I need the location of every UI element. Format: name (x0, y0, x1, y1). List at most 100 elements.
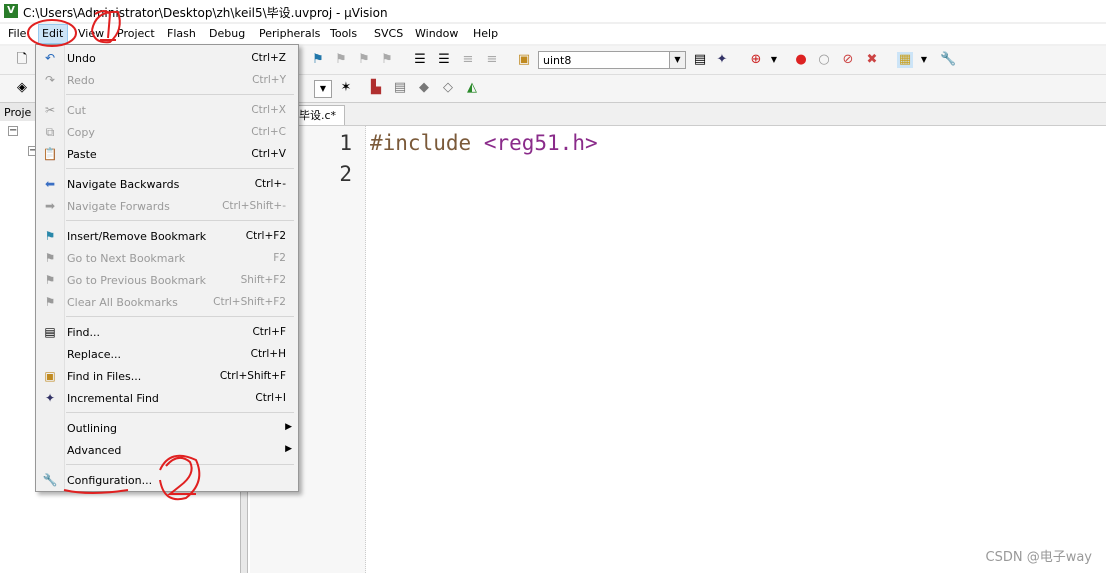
menu-item-label: Advanced (67, 444, 122, 457)
menu-help[interactable]: Help (473, 27, 498, 40)
menu-item-label: Go to Previous Bookmark (67, 274, 206, 287)
code-line[interactable]: #include <reg51.h> (370, 131, 598, 155)
menu-flash[interactable]: Flash (167, 27, 196, 40)
menu-item-shortcut: Ctrl+H (250, 348, 286, 360)
target-select[interactable]: uint8 ▼ (538, 51, 686, 69)
menu-item-label: Undo (67, 52, 96, 65)
tree-collapse-icon[interactable]: − (8, 126, 18, 136)
menu-item-label: Configuration... (67, 474, 153, 487)
incremental-find-icon[interactable]: ✦ (714, 52, 730, 68)
find-in-files-icon[interactable]: ▣ (516, 52, 532, 68)
menu-item-navigate-backwards[interactable]: ⬅ Navigate Backwards Ctrl+- (36, 173, 298, 195)
menu-item-incremental-find[interactable]: ✦ Incremental Find Ctrl+I (36, 387, 298, 409)
menu-separator (66, 94, 294, 95)
menu-separator (66, 168, 294, 169)
menu-item-configuration[interactable]: 🔧 Configuration... (36, 469, 298, 491)
diamond-icon[interactable]: ◆ (416, 80, 432, 96)
menu-item-shortcut: Shift+F2 (240, 274, 286, 286)
menu-item-paste[interactable]: 📋 Paste Ctrl+V (36, 143, 298, 165)
paste-icon: 📋 (42, 147, 58, 161)
magic-wand-icon[interactable]: ✶ (338, 80, 354, 96)
disable-all-breakpoints-icon[interactable]: ⊘ (840, 52, 856, 68)
window-title: C:\Users\Administrator\Desktop\zh\keil5\… (23, 6, 388, 20)
unindent-icon[interactable]: ☰ (436, 52, 452, 68)
menu-item-redo[interactable]: ↷ Redo Ctrl+Y (36, 69, 298, 91)
indent-icon[interactable]: ☰ (412, 52, 428, 68)
menu-separator (66, 220, 294, 221)
prev-bookmark-icon: ⚑ (44, 273, 56, 287)
menu-debug[interactable]: Debug (209, 27, 245, 40)
menu-item-label: Find in Files... (67, 370, 142, 383)
menu-file[interactable]: File (8, 27, 26, 40)
menu-item-shortcut: Ctrl+F2 (245, 230, 286, 242)
menu-item-next-bookmark[interactable]: ⚑ Go to Next Bookmark F2 (36, 247, 298, 269)
code-directive: #include (370, 131, 472, 155)
layers-icon[interactable]: ◈ (14, 80, 30, 96)
breakpoint-icon[interactable]: ● (793, 52, 809, 68)
find-icon[interactable]: ▤ (692, 52, 708, 68)
redo-icon: ↷ (44, 73, 56, 87)
menu-item-navigate-forwards[interactable]: ➡ Navigate Forwards Ctrl+Shift+- (36, 195, 298, 217)
menu-item-copy[interactable]: ⧉ Copy Ctrl+C (36, 121, 298, 143)
menu-item-clear-bookmarks[interactable]: ⚑ Clear All Bookmarks Ctrl+Shift+F2 (36, 291, 298, 313)
menu-item-find-in-files[interactable]: ▣ Find in Files... Ctrl+Shift+F (36, 365, 298, 387)
kill-breakpoints-icon[interactable]: ✖ (864, 52, 880, 68)
line-number: 2 (339, 162, 352, 186)
menu-item-cut[interactable]: ✂ Cut Ctrl+X (36, 99, 298, 121)
line-number: 1 (339, 131, 352, 155)
menu-item-replace[interactable]: Replace... Ctrl+H (36, 343, 298, 365)
watermark: CSDN @电子way (985, 550, 1093, 565)
wrench-icon: 🔧 (42, 473, 58, 487)
chevron-down-icon[interactable]: ▼ (766, 52, 782, 68)
menu-tools[interactable]: Tools (330, 27, 357, 40)
next-bookmark-icon[interactable]: ⚑ (333, 52, 349, 68)
menu-item-advanced[interactable]: Advanced ▶ (36, 439, 298, 461)
bookmark-icon[interactable]: ⚑ (310, 52, 326, 68)
editor-area[interactable] (248, 103, 1106, 573)
menu-peripherals[interactable]: Peripherals (259, 27, 320, 40)
menu-separator (66, 316, 294, 317)
menu-item-label: Replace... (67, 348, 122, 361)
menu-item-undo[interactable]: ↶ Undo Ctrl+Z (36, 47, 298, 69)
new-file-icon[interactable]: 🗋 (14, 52, 30, 68)
configuration-wrench-icon[interactable]: 🔧 (940, 52, 956, 68)
clear-bookmarks-icon[interactable]: ⚑ (379, 52, 395, 68)
menu-edit[interactable]: Edit (42, 27, 63, 40)
menu-item-label: Navigate Backwards (67, 178, 180, 191)
menu-item-find[interactable]: ▤ Find... Ctrl+F (36, 321, 298, 343)
menu-item-label: Find... (67, 326, 101, 339)
project-panel-label: Proje (4, 106, 32, 119)
chevron-down-icon[interactable]: ▼ (916, 52, 932, 68)
uncomment-icon[interactable]: ≡ (484, 52, 500, 68)
menu-item-insert-remove-bookmark[interactable]: ⚑ Insert/Remove Bookmark Ctrl+F2 (36, 225, 298, 247)
menu-item-outlining[interactable]: Outlining ▶ (36, 417, 298, 439)
menu-window[interactable]: Window (415, 27, 458, 40)
editor-tab-strip (248, 103, 1106, 126)
menu-item-previous-bookmark[interactable]: ⚑ Go to Previous Bookmark Shift+F2 (36, 269, 298, 291)
cut-icon: ✂ (44, 103, 56, 117)
comment-icon[interactable]: ≡ (460, 52, 476, 68)
menu-item-label: Clear All Bookmarks (67, 296, 178, 309)
arrow-left-icon: ⬅ (44, 177, 56, 191)
chevron-down-icon[interactable]: ▼ (314, 80, 332, 98)
window-layout-icon[interactable]: ▦ (897, 52, 913, 68)
menu-separator (66, 464, 294, 465)
menu-item-label: Insert/Remove Bookmark (67, 230, 207, 243)
pack-installer-icon[interactable]: ▙ (368, 80, 384, 96)
debug-session-icon[interactable]: ⊕ (748, 52, 764, 68)
select-pack-icon[interactable]: ◇ (440, 80, 456, 96)
menu-item-label: Incremental Find (67, 392, 159, 405)
menu-item-shortcut: Ctrl+C (251, 126, 286, 138)
menu-svcs[interactable]: SVCS (374, 27, 403, 40)
disable-breakpoint-icon[interactable]: ○ (816, 52, 832, 68)
incremental-find-icon: ✦ (44, 391, 56, 405)
prev-bookmark-icon[interactable]: ⚑ (356, 52, 372, 68)
manage-components-icon[interactable]: ▤ (392, 80, 408, 96)
target-select-value: uint8 (543, 54, 572, 67)
find-icon: ▤ (44, 325, 56, 339)
menu-view[interactable]: View (78, 27, 104, 40)
submenu-arrow-icon: ▶ (285, 444, 292, 454)
rte-icon[interactable]: ◭ (464, 80, 480, 96)
menu-project[interactable]: Project (117, 27, 155, 40)
app-logo-icon: V (4, 4, 18, 18)
